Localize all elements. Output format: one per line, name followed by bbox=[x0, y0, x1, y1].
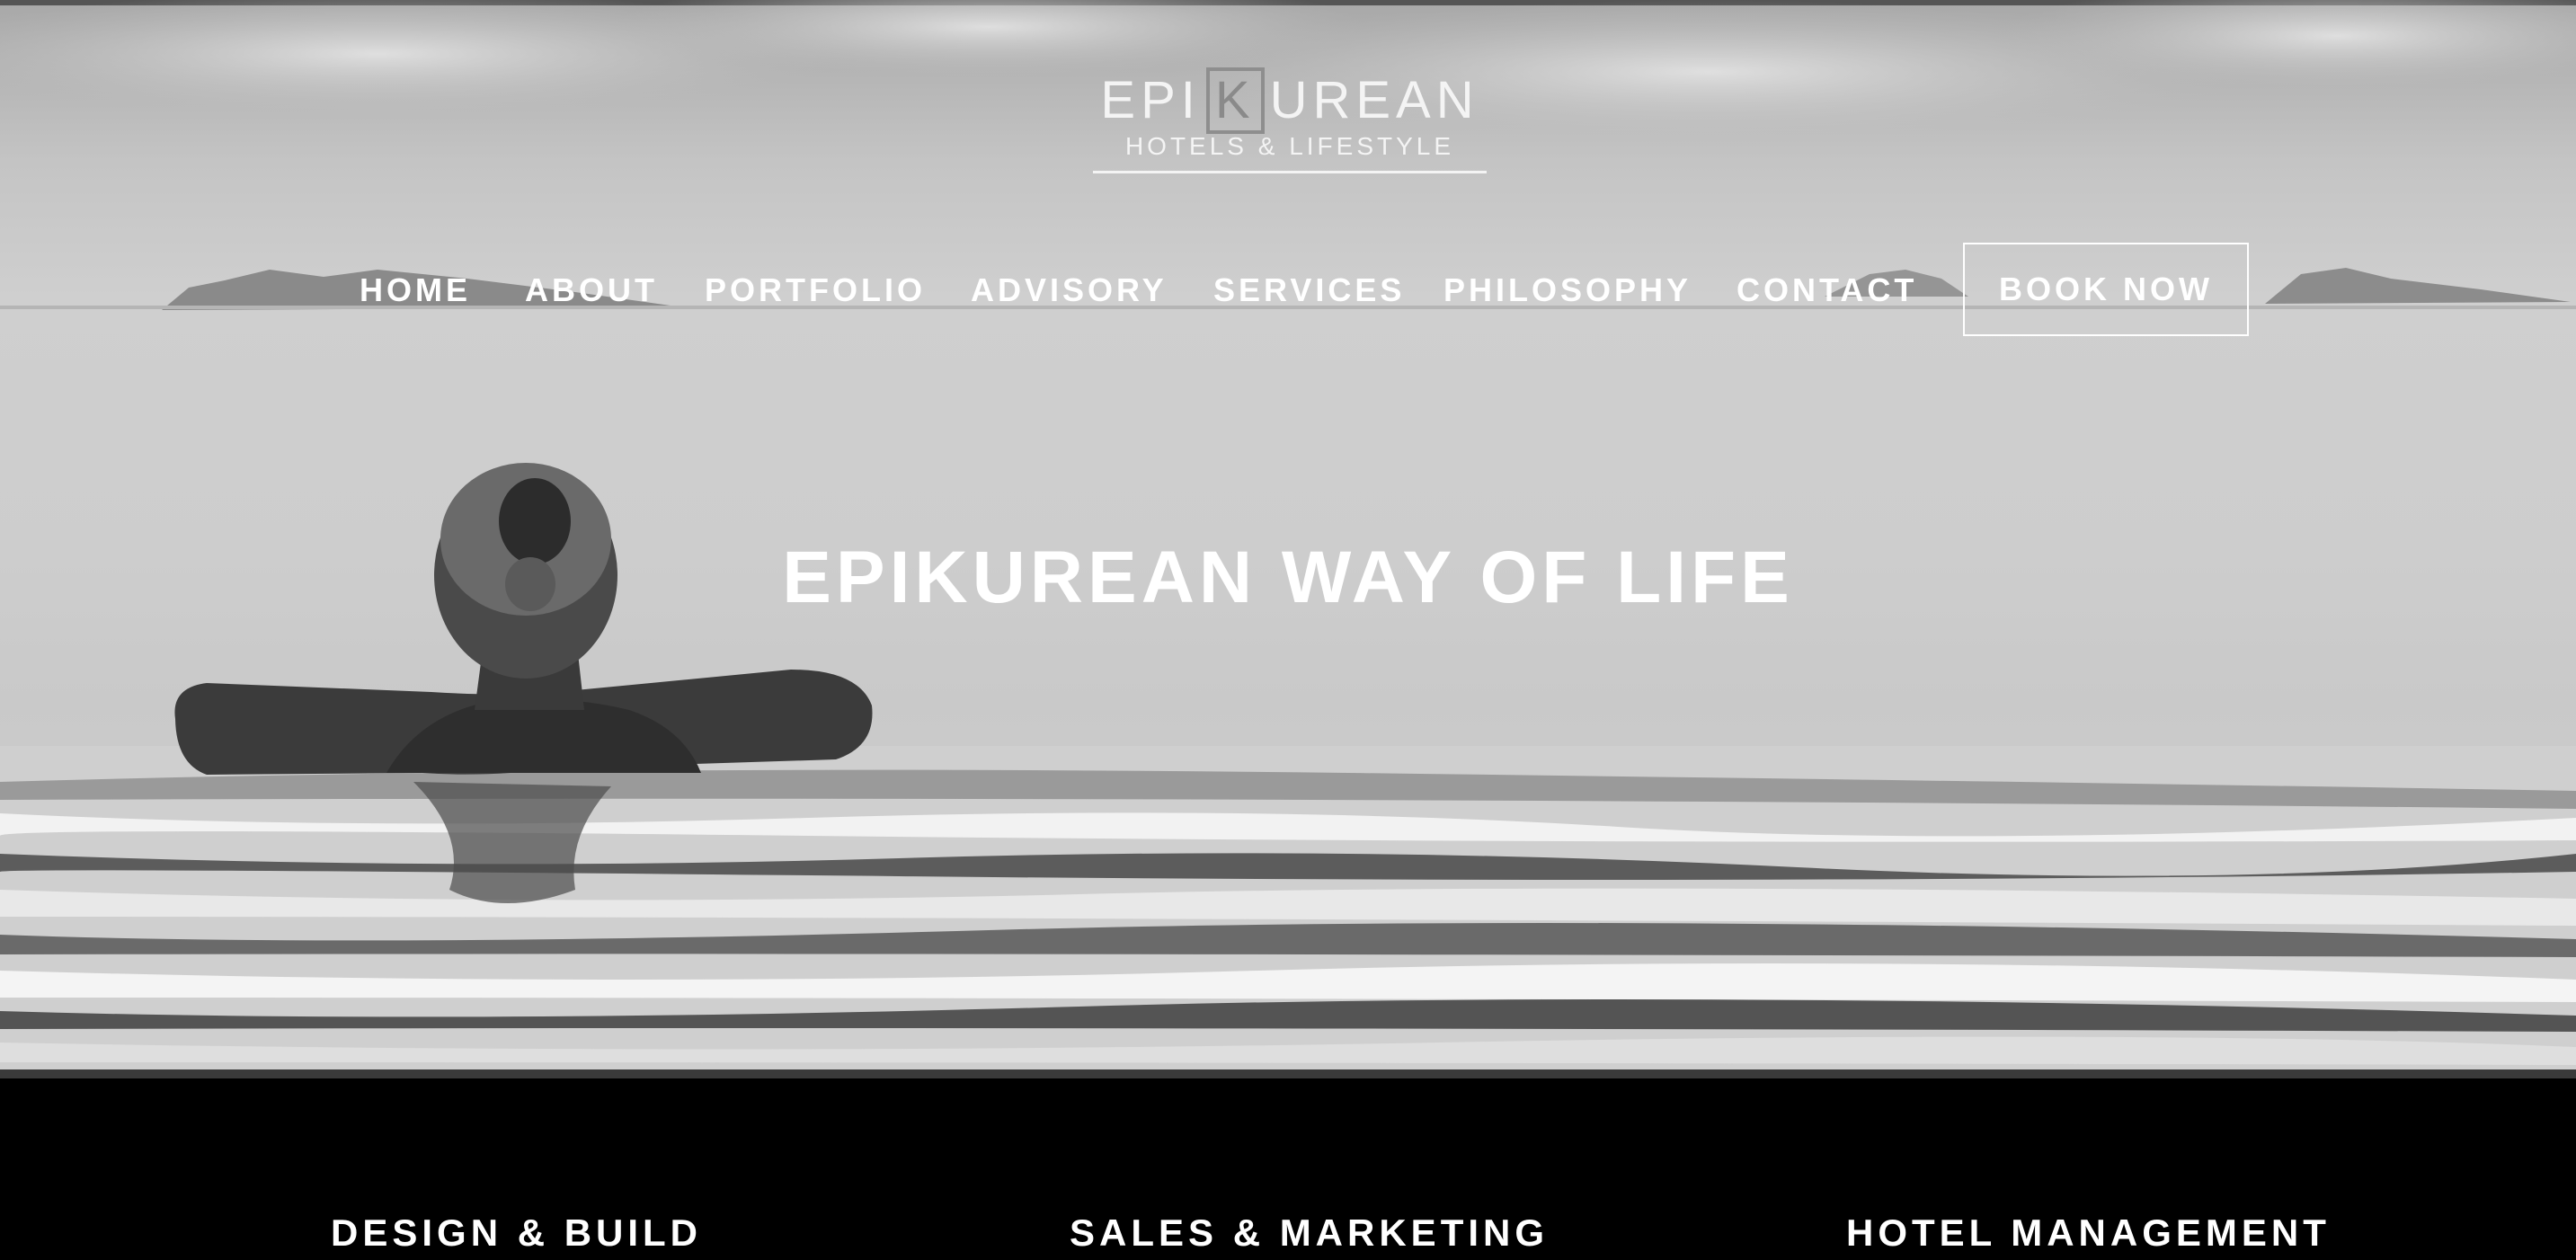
feature-sales-marketing[interactable]: SALES & MARKETING bbox=[1070, 1211, 1549, 1255]
main-navigation: HOME ABOUT PORTFOLIO ADVISORY SERVICES P… bbox=[0, 243, 2576, 336]
nav-services[interactable]: SERVICES bbox=[1213, 271, 1405, 309]
logo-wordmark: EPI K UREAN bbox=[1088, 67, 1492, 134]
feature-hotel-management[interactable]: HOTEL MANAGEMENT bbox=[1846, 1211, 2331, 1255]
nav-advisory[interactable]: ADVISORY bbox=[971, 271, 1168, 309]
logo-underline bbox=[1093, 171, 1487, 173]
feature-strip: DESIGN & BUILD SALES & MARKETING HOTEL M… bbox=[0, 1078, 2576, 1260]
nav-contact[interactable]: CONTACT bbox=[1737, 271, 1917, 309]
nav-home[interactable]: HOME bbox=[360, 271, 471, 309]
logo-k-mark: K bbox=[1205, 67, 1265, 134]
brand-logo[interactable]: EPI K UREAN HOTELS & LIFESTYLE bbox=[1088, 49, 1492, 180]
hero-title: EPIKUREAN WAY OF LIFE bbox=[782, 537, 1794, 618]
nav-portfolio[interactable]: PORTFOLIO bbox=[705, 271, 926, 309]
logo-subtitle: HOTELS & LIFESTYLE bbox=[1124, 132, 1455, 160]
nav-philosophy[interactable]: PHILOSOPHY bbox=[1443, 271, 1692, 309]
logo-text-right: UREAN bbox=[1269, 71, 1479, 129]
book-now-button[interactable]: BOOK NOW bbox=[1963, 243, 2249, 336]
logo-text-left: EPI bbox=[1100, 71, 1201, 129]
feature-design-build[interactable]: DESIGN & BUILD bbox=[331, 1211, 702, 1255]
hero-banner: EPI K UREAN HOTELS & LIFESTYLE HOME ABOUT … bbox=[0, 0, 2576, 1078]
nav-about[interactable]: ABOUT bbox=[525, 271, 658, 309]
